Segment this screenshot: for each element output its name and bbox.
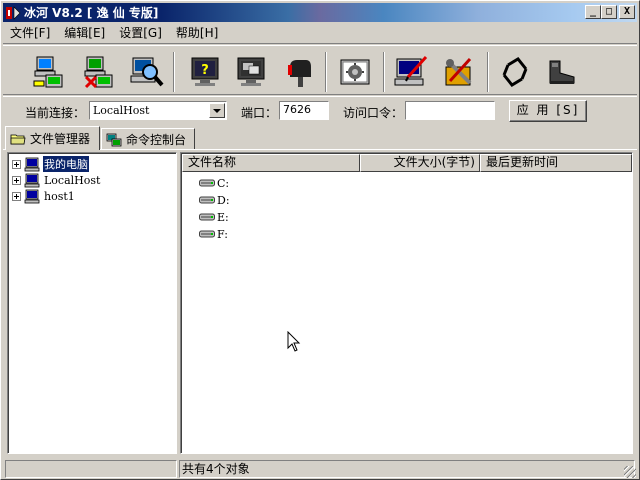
tab-file-manager-label: 文件管理器 <box>30 132 91 146</box>
current-connection-combo[interactable]: LocalHost <box>89 101 227 120</box>
resize-grip-icon[interactable] <box>624 466 636 478</box>
screen-capture-icon[interactable] <box>231 54 271 90</box>
tree-node-label: LocalHost <box>44 173 101 187</box>
current-connection-label: 当前连接： <box>25 106 86 120</box>
list-item[interactable]: D: <box>199 192 230 208</box>
refresh-icon[interactable] <box>495 54 535 90</box>
tab-file-manager[interactable]: 文件管理器 <box>5 126 100 150</box>
menu-help[interactable]: 帮助[H] <box>169 24 225 42</box>
system-info-icon[interactable]: ? <box>185 54 225 90</box>
exit-boot-icon[interactable] <box>541 54 581 90</box>
window-controls: _ □ X <box>585 5 635 19</box>
current-connection-value: LocalHost <box>93 104 150 117</box>
computer-icon <box>24 189 40 203</box>
expand-icon[interactable] <box>12 191 21 201</box>
connect-computer-icon[interactable] <box>29 54 69 90</box>
menu-bar: 文件[F] 编辑[E] 设置[G] 帮助[H] <box>3 23 225 42</box>
list-item[interactable]: F: <box>199 226 228 242</box>
tree-node-label: 我的电脑 <box>42 155 90 173</box>
status-object-count: 共有4个对象 <box>179 460 635 478</box>
list-item[interactable]: E: <box>199 209 229 225</box>
close-button[interactable]: X <box>619 5 635 19</box>
console-icon <box>106 133 122 146</box>
folder-icon <box>10 134 26 144</box>
toolbar-inner: ? <box>3 45 637 95</box>
tree-node[interactable]: 我的电脑 <box>12 155 90 173</box>
main-window: 冰河 V8.2 [ 逸 仙 专版] _ □ X 文件[F] 编辑[E] 设置[G… <box>0 0 640 480</box>
search-computer-icon[interactable] <box>127 54 167 90</box>
column-header-modified[interactable]: 最后更新时间 <box>480 154 632 172</box>
file-list[interactable]: 文件名称 文件大小(字节) 最后更新时间 C: D: E: F: <box>180 152 633 454</box>
toolbar: ? <box>3 43 637 97</box>
computer-icon <box>24 173 40 187</box>
column-header-size[interactable]: 文件大小(字节) <box>360 154 480 172</box>
menu-file[interactable]: 文件[F] <box>3 24 57 42</box>
menu-settings[interactable]: 设置[G] <box>112 24 169 42</box>
window-title: 冰河 V8.2 [ 逸 仙 专版] <box>24 6 159 20</box>
computer-icon <box>24 157 40 171</box>
menu-edit[interactable]: 编辑[E] <box>57 24 112 42</box>
password-label: 访问口令： <box>343 106 404 120</box>
tree-node[interactable]: LocalHost <box>12 172 101 188</box>
maximize-button[interactable]: □ <box>601 5 617 19</box>
drive-label: F: <box>217 227 228 241</box>
toolbar-separator <box>383 52 385 92</box>
expand-icon[interactable] <box>12 159 21 169</box>
drive-icon <box>199 179 215 187</box>
status-bar: 共有4个对象 <box>3 459 637 479</box>
connection-row: 当前连接： LocalHost 端口： 7626 访问口令： 应 用 [S] <box>3 98 637 126</box>
status-left <box>5 460 177 478</box>
port-input[interactable]: 7626 <box>279 101 329 120</box>
mailbox-icon[interactable] <box>279 54 319 90</box>
svg-text:?: ? <box>201 63 209 78</box>
dropdown-button[interactable] <box>209 103 225 118</box>
disconnect-computer-icon[interactable] <box>79 54 119 90</box>
computer-tree[interactable]: 我的电脑 LocalHost host1 <box>7 152 177 454</box>
drive-label: E: <box>217 210 229 224</box>
drive-label: C: <box>217 176 230 190</box>
drive-icon <box>199 196 215 204</box>
port-label: 端口： <box>241 106 278 120</box>
tree-node-label: host1 <box>44 189 75 203</box>
toolbar-separator <box>487 52 489 92</box>
apply-button[interactable]: 应 用 [S] <box>509 100 587 122</box>
title-bar[interactable]: 冰河 V8.2 [ 逸 仙 专版] _ □ X <box>3 3 637 22</box>
tools-icon[interactable] <box>439 54 479 90</box>
app-icon[interactable] <box>5 5 21 21</box>
toolbar-separator <box>325 52 327 92</box>
drive-label: D: <box>217 193 230 207</box>
expand-icon[interactable] <box>12 175 21 185</box>
tab-command-console[interactable]: 命令控制台 <box>101 128 195 150</box>
password-input[interactable] <box>405 101 495 120</box>
control-panel-icon[interactable] <box>335 54 375 90</box>
tab-command-console-label: 命令控制台 <box>126 133 187 147</box>
toolbar-separator <box>173 52 175 92</box>
list-item[interactable]: C: <box>199 175 229 191</box>
tree-node[interactable]: host1 <box>12 188 76 204</box>
drive-icon <box>199 230 215 238</box>
chevron-down-icon <box>213 109 221 113</box>
mouse-cursor-icon <box>287 330 301 356</box>
column-header-name[interactable]: 文件名称 <box>182 154 360 172</box>
config-server-icon[interactable] <box>391 54 431 90</box>
minimize-button[interactable]: _ <box>585 5 601 19</box>
drive-icon <box>199 213 215 221</box>
